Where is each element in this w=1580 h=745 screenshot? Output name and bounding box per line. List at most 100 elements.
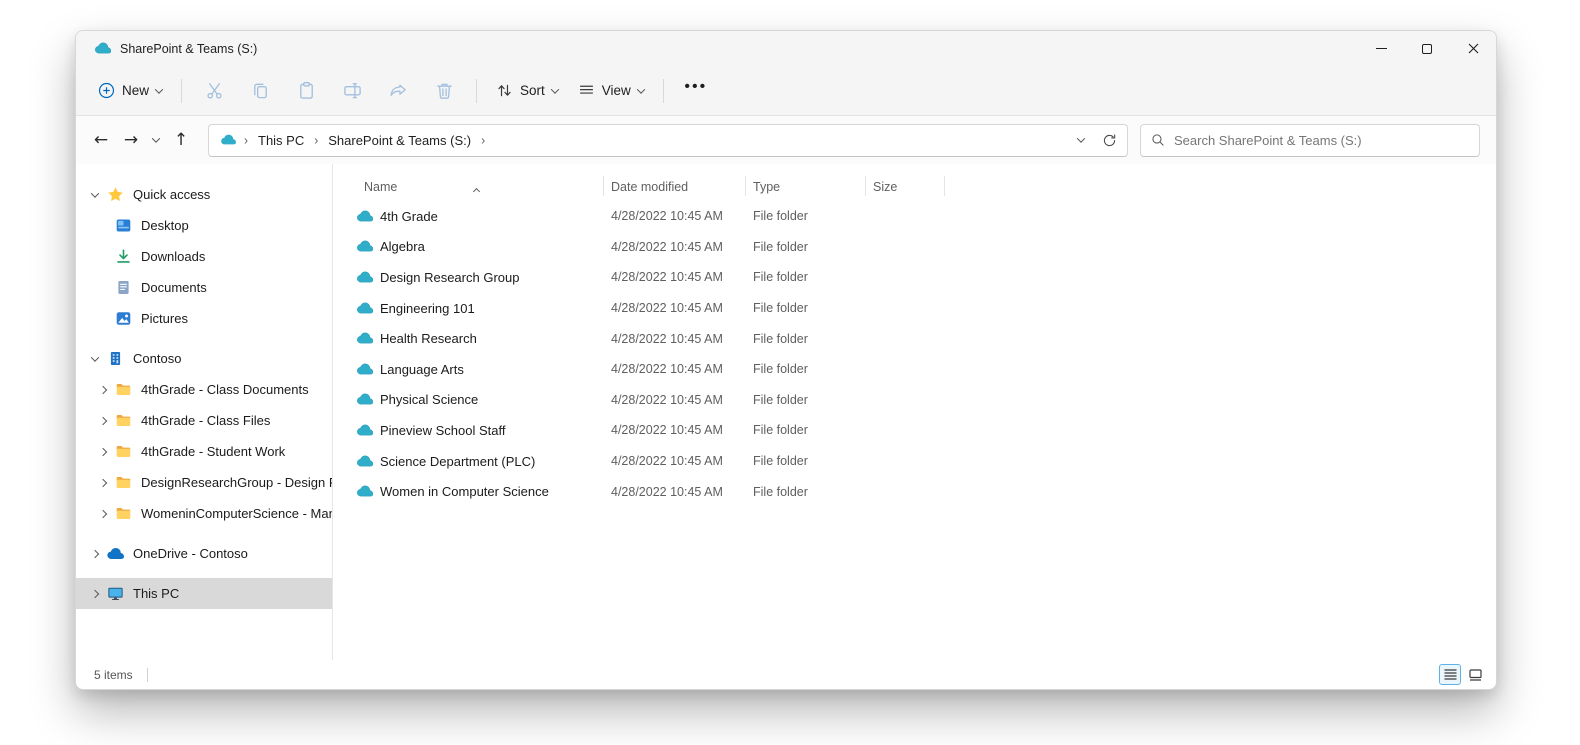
item-count: 5 items	[94, 667, 133, 682]
sidebar-item-desktop[interactable]: Desktop	[76, 210, 332, 241]
share-button[interactable]	[375, 74, 421, 108]
chevron-down-icon[interactable]	[85, 349, 105, 369]
search-input[interactable]	[1174, 132, 1469, 148]
forward-button[interactable]: →	[116, 125, 146, 155]
cloud-folder-icon	[356, 483, 373, 500]
column-header-row: Name Date modified Type Size	[333, 164, 1496, 201]
cloud-folder-icon	[356, 422, 373, 439]
file-name: Pineview School Staff	[380, 422, 506, 438]
file-date-modified: 4/28/2022 10:45 AM	[611, 454, 723, 469]
view-button[interactable]: View	[568, 74, 654, 108]
minimize-button[interactable]	[1358, 31, 1404, 66]
refresh-icon	[1103, 133, 1115, 146]
chevron-right-icon[interactable]	[93, 442, 113, 462]
maximize-button[interactable]	[1404, 31, 1450, 66]
table-row[interactable]: 4th Grade 4/28/2022 10:45 AM File folder	[333, 201, 1496, 232]
table-row[interactable]: Pineview School Staff 4/28/2022 10:45 AM F…	[333, 415, 1496, 446]
chevron-right-icon[interactable]	[85, 544, 105, 564]
address-dropdown-button[interactable]	[1067, 126, 1095, 154]
cloud-folder-icon	[356, 208, 373, 225]
file-name: Science Department (PLC)	[380, 453, 536, 469]
sidebar-item-documents[interactable]: Documents	[76, 272, 332, 303]
delete-button[interactable]	[421, 74, 467, 108]
table-row[interactable]: Engineering 101 4/28/2022 10:45 AM File fo…	[333, 293, 1496, 324]
back-button[interactable]: ←	[86, 125, 116, 155]
file-type: File folder	[753, 423, 808, 438]
cut-button[interactable]	[191, 74, 237, 108]
sidebar-item-4thgrade-student-work[interactable]: 4thGrade - Student Work	[76, 436, 332, 467]
file-type: File folder	[753, 301, 808, 316]
cloud-folder-icon	[356, 300, 373, 317]
chevron-right-icon[interactable]	[93, 504, 113, 524]
sidebar-item-label: This PC	[133, 586, 180, 601]
sidebar-item-pictures[interactable]: Pictures	[76, 303, 332, 334]
file-type: File folder	[753, 454, 808, 469]
cloud-folder-icon	[356, 330, 373, 347]
breadcrumb-current-drive[interactable]: SharePoint & Teams (S:)	[326, 131, 473, 150]
file-name: Design Research Group	[380, 269, 520, 285]
search-box[interactable]	[1140, 123, 1480, 157]
table-row[interactable]: Women in Computer Science 4/28/2022 10:45…	[333, 476, 1496, 507]
rename-button[interactable]	[329, 74, 375, 108]
table-row[interactable]: Science Department (PLC) 4/28/2022 10:45 …	[333, 446, 1496, 477]
column-header-type[interactable]: Type	[746, 176, 866, 196]
close-icon	[1468, 43, 1478, 54]
sort-arrows-icon	[498, 84, 511, 97]
cloud-folder-icon	[356, 361, 373, 378]
column-header-date-modified[interactable]: Date modified	[604, 176, 746, 196]
sidebar-item-designresearchgroup-design-resea[interactable]: DesignResearchGroup - Design Resea	[76, 467, 332, 498]
file-name: Algebra	[380, 239, 425, 255]
file-name: Women in Computer Science	[380, 484, 549, 500]
sort-button[interactable]: Sort	[486, 74, 568, 108]
sidebar-item-womenincomputerscience-manage[interactable]: WomeninComputerScience - Manage	[76, 498, 332, 529]
sidebar-item-this-pc[interactable]: This PC	[76, 578, 332, 609]
file-type: File folder	[753, 239, 808, 254]
column-header-size[interactable]: Size	[866, 176, 945, 196]
chevron-right-icon[interactable]	[93, 473, 113, 493]
close-button[interactable]	[1450, 31, 1496, 66]
table-row[interactable]: Design Research Group 4/28/2022 10:45 AM F…	[333, 262, 1496, 293]
copy-button[interactable]	[237, 74, 283, 108]
sidebar-item-4thgrade-class-documents[interactable]: 4thGrade - Class Documents	[76, 374, 332, 405]
sidebar-item-onedrive-contoso[interactable]: OneDrive - Contoso	[76, 538, 332, 569]
column-header-name[interactable]: Name	[333, 176, 604, 197]
file-name: Physical Science	[380, 392, 479, 408]
address-bar[interactable]: › This PC › SharePoint & Teams (S:) ›	[208, 123, 1128, 157]
chevron-down-icon[interactable]	[85, 185, 105, 205]
back-arrow-icon: ←	[93, 130, 109, 150]
share-icon	[390, 84, 406, 97]
sidebar-item-label: Downloads	[141, 249, 206, 264]
refresh-button[interactable]	[1095, 126, 1123, 154]
toolbar-divider	[181, 78, 183, 103]
sidebar-item-contoso[interactable]: Contoso	[76, 343, 332, 374]
table-row[interactable]: Physical Science 4/28/2022 10:45 AM File f…	[333, 385, 1496, 416]
sidebar-item-quick-access[interactable]: Quick access	[76, 179, 332, 210]
chevron-right-icon[interactable]	[85, 584, 105, 604]
see-more-button[interactable]: •••	[673, 74, 719, 108]
new-button[interactable]: New	[88, 74, 172, 108]
file-type: File folder	[753, 331, 808, 346]
recent-locations-button[interactable]	[146, 125, 166, 155]
content-view-toggle[interactable]	[1464, 664, 1486, 685]
file-pane: Name Date modified Type Size 4th Grade 4/…	[333, 164, 1496, 660]
sidebar-item-4thgrade-class-files[interactable]: 4thGrade - Class Files	[76, 405, 332, 436]
table-row[interactable]: Algebra 4/28/2022 10:45 AM File folder	[333, 232, 1496, 263]
sidebar-item-downloads[interactable]: Downloads	[76, 241, 332, 272]
table-row[interactable]: Language Arts 4/28/2022 10:45 AM File fold…	[333, 354, 1496, 385]
star-icon	[105, 185, 125, 205]
breadcrumb-this-pc[interactable]: This PC	[256, 131, 306, 150]
file-type: File folder	[753, 270, 808, 285]
details-view-toggle[interactable]	[1439, 664, 1461, 685]
file-date-modified: 4/28/2022 10:45 AM	[611, 484, 723, 499]
chevron-right-icon[interactable]	[93, 411, 113, 431]
chevron-right-icon[interactable]	[93, 380, 113, 400]
file-date-modified: 4/28/2022 10:45 AM	[611, 239, 723, 254]
up-button[interactable]: ↑	[166, 125, 196, 155]
paste-button[interactable]	[283, 74, 329, 108]
table-row[interactable]: Health Research 4/28/2022 10:45 AM File fo…	[333, 323, 1496, 354]
breadcrumb-separator-icon: ›	[314, 132, 319, 148]
file-name: Engineering 101	[380, 300, 475, 316]
sort-ascending-icon	[472, 183, 481, 197]
sidebar-item-label: WomeninComputerScience - Manage	[141, 506, 332, 521]
